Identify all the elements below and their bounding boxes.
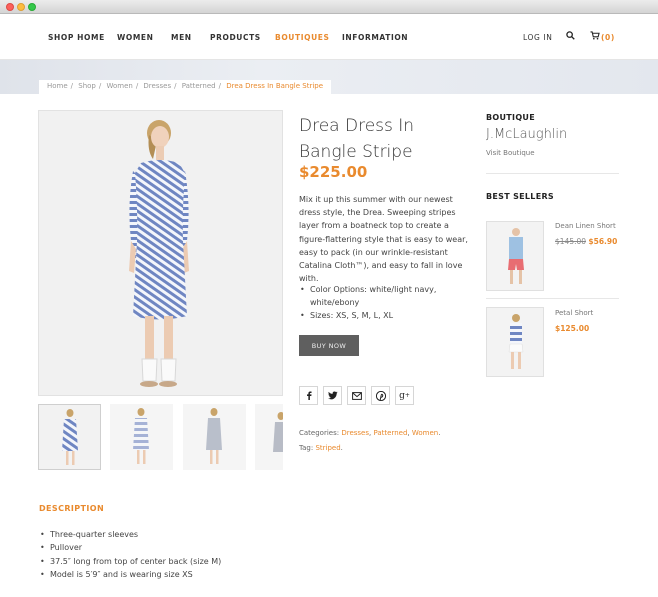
facebook-icon[interactable] <box>299 386 318 405</box>
size-options: Sizes: XS, S, M, L, XL <box>299 309 471 322</box>
visit-boutique-link[interactable]: Visit Boutique <box>486 149 535 157</box>
close-window-button[interactable] <box>6 3 14 11</box>
category-patterned[interactable]: Patterned <box>373 429 407 437</box>
thumbnail-3[interactable] <box>183 404 246 470</box>
description-item: 37.5″ long from top of center back (size… <box>39 555 221 569</box>
breadcrumb-current: Drea Dress In Bangle Stripe <box>226 82 324 90</box>
cart-count[interactable]: (0) <box>601 33 615 42</box>
best-seller-name-2[interactable]: Petal Short <box>555 309 593 317</box>
best-seller-sale-price-1: $56.90 <box>588 237 618 246</box>
categories-label: Categories: <box>299 429 340 437</box>
boutique-heading: BOUTIQUE <box>486 113 535 122</box>
breadcrumb-shop[interactable]: Shop <box>78 82 96 90</box>
best-sellers-heading: BEST SELLERS <box>486 192 554 201</box>
description-list: Three-quarter sleeves Pullover 37.5″ lon… <box>39 528 221 582</box>
maximize-window-button[interactable] <box>28 3 36 11</box>
thumbnail-1[interactable] <box>38 404 101 470</box>
pinterest-icon[interactable] <box>371 386 390 405</box>
tag-label: Tag: <box>299 444 314 452</box>
thumbnail-4[interactable] <box>255 404 283 470</box>
boutique-name[interactable]: J.McLaughlin <box>486 127 567 142</box>
description-item: Model is 5′9″ and is wearing size XS <box>39 568 221 582</box>
nav-information[interactable]: INFORMATION <box>342 33 408 42</box>
best-seller-sale-price-2: $125.00 <box>555 324 590 333</box>
breadcrumb-home[interactable]: Home <box>47 82 68 90</box>
product-categories: Categories: Dresses, Patterned, Women. <box>299 429 441 437</box>
product-title: Drea Dress In Bangle Stripe <box>299 116 415 162</box>
product-description: Mix it up this summer with our newest dr… <box>299 195 468 284</box>
description-heading: DESCRIPTION <box>39 504 105 513</box>
nav-men[interactable]: MEN <box>171 33 192 42</box>
product-tags: Tag: Striped. <box>299 444 343 452</box>
best-seller-image-2[interactable] <box>486 307 544 377</box>
category-dresses[interactable]: Dresses <box>341 429 369 437</box>
product-main-image[interactable] <box>38 110 283 396</box>
product-price: $225.00 <box>299 163 368 181</box>
description-item: Pullover <box>39 541 221 555</box>
window-titlebar <box>0 0 658 14</box>
nav-products[interactable]: PRODUCTS <box>210 33 261 42</box>
product-options: Color Options: white/light navy, white/e… <box>299 283 471 323</box>
sidebar-divider <box>486 173 619 174</box>
breadcrumb: Home / Shop / Women / Dresses / Patterned / D… <box>39 80 332 94</box>
tag-striped[interactable]: Striped <box>315 444 340 452</box>
best-seller-name-1[interactable]: Dean Linen Short <box>555 222 616 230</box>
breadcrumb-dresses[interactable]: Dresses <box>143 82 171 90</box>
breadcrumb-patterned[interactable]: Patterned <box>182 82 216 90</box>
login-link[interactable]: LOG IN <box>523 33 552 42</box>
buy-now-button[interactable]: BUY NOW <box>299 335 359 356</box>
google-plus-icon[interactable]: g + <box>395 386 414 405</box>
best-seller-divider <box>486 298 619 299</box>
best-seller-price-1: $145.00 $56.90 <box>555 237 617 246</box>
minimize-window-button[interactable] <box>17 3 25 11</box>
mail-icon[interactable] <box>347 386 366 405</box>
nav-shop-home[interactable]: SHOP HOME <box>48 33 105 42</box>
category-women[interactable]: Women <box>412 429 438 437</box>
product-thumbnails <box>38 404 283 470</box>
nav-boutiques[interactable]: BOUTIQUES <box>275 33 329 42</box>
search-icon[interactable] <box>566 31 575 42</box>
breadcrumb-women[interactable]: Women <box>106 82 132 90</box>
cart-icon[interactable] <box>590 31 600 42</box>
twitter-icon[interactable] <box>323 386 342 405</box>
color-options: Color Options: white/light navy, white/e… <box>299 283 471 309</box>
best-seller-old-price-1: $145.00 <box>555 237 587 246</box>
description-item: Three-quarter sleeves <box>39 528 221 542</box>
best-seller-price-2: $125.00 <box>555 324 589 333</box>
main-nav: SHOP HOME WOMEN MEN PRODUCTS BOUTIQUES I… <box>0 14 658 60</box>
nav-women[interactable]: WOMEN <box>117 33 154 42</box>
thumbnail-2[interactable] <box>110 404 173 470</box>
best-seller-image-1[interactable] <box>486 221 544 291</box>
